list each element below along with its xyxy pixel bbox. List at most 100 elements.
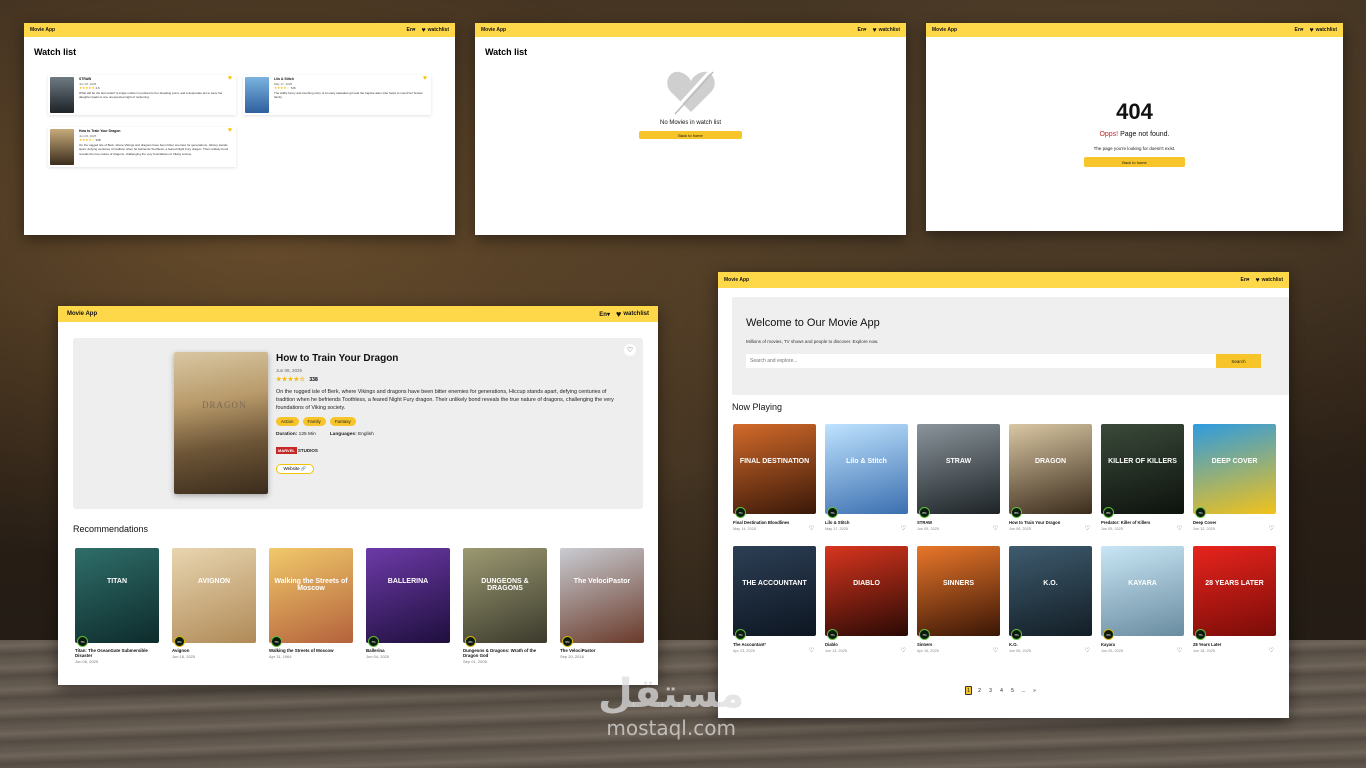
recommendation-card[interactable]: Walking the Streets of Moscow 7% Walking t… — [269, 548, 353, 664]
app-logo[interactable]: Movie App — [67, 311, 97, 317]
favorite-heart-icon[interactable]: ♡ — [1269, 525, 1274, 532]
favorite-heart-icon[interactable]: ♡ — [1177, 647, 1182, 654]
watchlist-link[interactable]: ♥ watchlist — [421, 27, 449, 34]
heart-icon[interactable]: ♥ — [228, 127, 232, 133]
movie-title: Predator: Killer of Killers — [1101, 520, 1151, 525]
search-input[interactable] — [746, 354, 1216, 368]
search-button[interactable]: Search — [1216, 354, 1261, 368]
movie-card[interactable]: Lilo & Stitch 7% Lilo & Stitch May 17, 2025… — [825, 424, 908, 538]
navbar: Movie App En▾ ♥ watchlist — [475, 23, 906, 37]
movie-poster: 28 YEARS LATER 7% — [1193, 546, 1276, 640]
watchlist-card[interactable]: Lilo & Stitch May 17, 2025 ★★★★☆ 726 The wi… — [243, 75, 431, 115]
genre-list: Action Family Fantasy — [276, 417, 626, 426]
genre-tag[interactable]: Action — [276, 417, 299, 426]
poster-title: K.O. — [1043, 580, 1058, 587]
page-button[interactable]: 3 — [987, 686, 994, 695]
favorite-heart-icon[interactable]: ♡ — [901, 647, 906, 654]
movie-card[interactable]: SINNERS 7% Sinners Apr 16, 2025 ♡ — [917, 546, 1000, 660]
movie-card[interactable]: KAYARA 6% Kayara Jun 05, 2025 ♡ — [1101, 546, 1184, 660]
favorite-heart-icon[interactable]: ♡ — [993, 647, 998, 654]
movie-title: Deep Cover — [1193, 520, 1217, 525]
movie-card[interactable]: DIABLO 7% Diablo Jun 13, 2025 ♡ — [825, 546, 908, 660]
poster-title: AVIGNON — [197, 578, 231, 585]
favorite-heart-icon[interactable]: ♡ — [809, 647, 814, 654]
movie-title: Walking the Streets of Moscow — [269, 648, 334, 653]
watchlist-link[interactable]: ♥ watchlist — [616, 309, 649, 319]
app-logo[interactable]: Movie App — [724, 277, 749, 283]
movie-title: Titan: The OceanGate Submersible Disaste… — [75, 648, 148, 658]
poster-title: KAYARA — [1128, 580, 1157, 587]
movie-poster: FINAL DESTINATION 7% — [733, 424, 816, 518]
back-home-button[interactable]: Back to home — [1084, 157, 1185, 167]
movie-card[interactable]: K.O. 7% K.O. Jun 06, 2025 ♡ — [1009, 546, 1092, 660]
chevron-down-icon: ▾ — [863, 27, 867, 33]
genre-tag[interactable]: Fantasy — [329, 417, 356, 426]
heart-icon[interactable]: ♥ — [423, 75, 427, 81]
language-select[interactable]: En▾ — [599, 311, 610, 318]
app-logo[interactable]: Movie App — [481, 27, 506, 33]
movie-card[interactable]: DEEP COVER 7% Deep Cover Jun 12, 2025 ♡ — [1193, 424, 1276, 538]
score-badge: 8% — [919, 507, 930, 518]
movie-card[interactable]: THE ACCOUNTANT 7% The Accountant² Apr 23, 2… — [733, 546, 816, 660]
watchlist-card[interactable]: How to Train Your Dragon Jun 06, 2025 ★★★★… — [48, 127, 236, 167]
poster-title: DRAGON — [202, 400, 247, 410]
language-select[interactable]: En▾ — [858, 27, 867, 33]
movie-poster: DRAGON — [174, 352, 268, 494]
app-logo[interactable]: Movie App — [932, 27, 957, 33]
recommendation-card[interactable]: TITAN 7% Titan: The OceanGate Submersible … — [75, 548, 159, 664]
chevron-down-icon: ▾ — [412, 27, 416, 33]
watchlist-label: watchlist — [623, 311, 649, 317]
watchlist-card[interactable]: STRAW Jun 06, 2025 ★★★★★ 4.6 What will be t… — [48, 75, 236, 115]
favorite-heart-icon[interactable]: ♡ — [901, 525, 906, 532]
page-button[interactable]: 5 — [1009, 686, 1016, 695]
movie-card[interactable]: STRAW 8% STRAW Jun 05, 2025 ♡ — [917, 424, 1000, 538]
movie-title: 28 Years Later — [1193, 642, 1222, 647]
language-select[interactable]: En▾ — [1241, 277, 1250, 283]
recommendation-card[interactable]: BALLERINA 7% Ballerina Jun 04, 2025 — [366, 548, 450, 664]
movie-poster: DUNGEONS & DRAGONS 6% — [463, 548, 547, 647]
movie-title: Lilo & Stitch — [825, 520, 850, 525]
language-select[interactable]: En▾ — [407, 27, 416, 33]
watchlist-link[interactable]: ♥ watchlist — [1255, 277, 1283, 284]
now-playing-title: Now Playing — [732, 402, 783, 412]
recommendation-card[interactable]: The VelociPastor 5% The VelociPastor Sep 20… — [560, 548, 644, 664]
chevron-down-icon: ▾ — [1246, 277, 1250, 283]
app-logo[interactable]: Movie App — [30, 27, 55, 33]
favorite-heart-icon[interactable]: ♡ — [1177, 525, 1182, 532]
movie-card[interactable]: KILLER OF KILLERS 8% Predator: Killer of K… — [1101, 424, 1184, 538]
watchlist-link[interactable]: ♥ watchlist — [1309, 27, 1337, 34]
movie-card[interactable]: 28 YEARS LATER 7% 28 Years Later Jun 18, 20… — [1193, 546, 1276, 660]
movie-card[interactable]: FINAL DESTINATION 7% Final Destination Blo… — [733, 424, 816, 538]
heart-icon: ♥ — [1309, 26, 1314, 34]
heart-icon[interactable]: ♥ — [228, 75, 232, 81]
favorite-heart-icon[interactable]: ♡ — [1085, 647, 1090, 654]
favorite-heart-icon[interactable]: ♡ — [809, 525, 814, 532]
favorite-heart-icon[interactable]: ♡ — [993, 525, 998, 532]
watchlist-link[interactable]: ♥ watchlist — [872, 27, 900, 34]
recommendation-card[interactable]: AVIGNON 6% Avignon Jun 18, 2025 — [172, 548, 256, 664]
score-badge: 5% — [562, 636, 573, 647]
navbar: Movie App En▾ ♥ watchlist — [24, 23, 455, 37]
movie-title: The VelociPastor — [560, 648, 596, 653]
back-home-button[interactable]: Back to home — [639, 131, 742, 139]
recommendation-card[interactable]: DUNGEONS & DRAGONS 6% Dungeons & Dragons: … — [463, 548, 547, 664]
page-button[interactable]: 1 — [965, 686, 972, 695]
page-button[interactable]: 4 — [998, 686, 1005, 695]
home-screen: Movie App En▾ ♥ watchlist Welcome to Our … — [718, 272, 1289, 718]
page-button[interactable]: » — [1031, 686, 1038, 695]
favorite-heart-icon[interactable]: ♡ — [1269, 647, 1274, 654]
website-button[interactable]: Website 🔗 — [276, 464, 314, 474]
page-button[interactable]: ... — [1020, 686, 1027, 695]
genre-tag[interactable]: Family — [302, 417, 326, 426]
score-badge: 7% — [1195, 507, 1206, 518]
score-badge: 7% — [271, 636, 282, 647]
page-button[interactable]: 2 — [976, 686, 983, 695]
release-date: May 14, 2025 — [733, 527, 757, 531]
score-badge: 7% — [827, 629, 838, 640]
movie-card[interactable]: DRAGON 8% How to Train Your Dragon Jun 06, … — [1009, 424, 1092, 538]
release-date: Sep 20, 2018 — [560, 654, 584, 659]
language-select[interactable]: En▾ — [1295, 27, 1304, 33]
score-badge: 6% — [1103, 629, 1114, 640]
favorite-heart-icon[interactable]: ♡ — [1085, 525, 1090, 532]
favorite-heart-icon[interactable]: ♡ — [624, 344, 636, 356]
